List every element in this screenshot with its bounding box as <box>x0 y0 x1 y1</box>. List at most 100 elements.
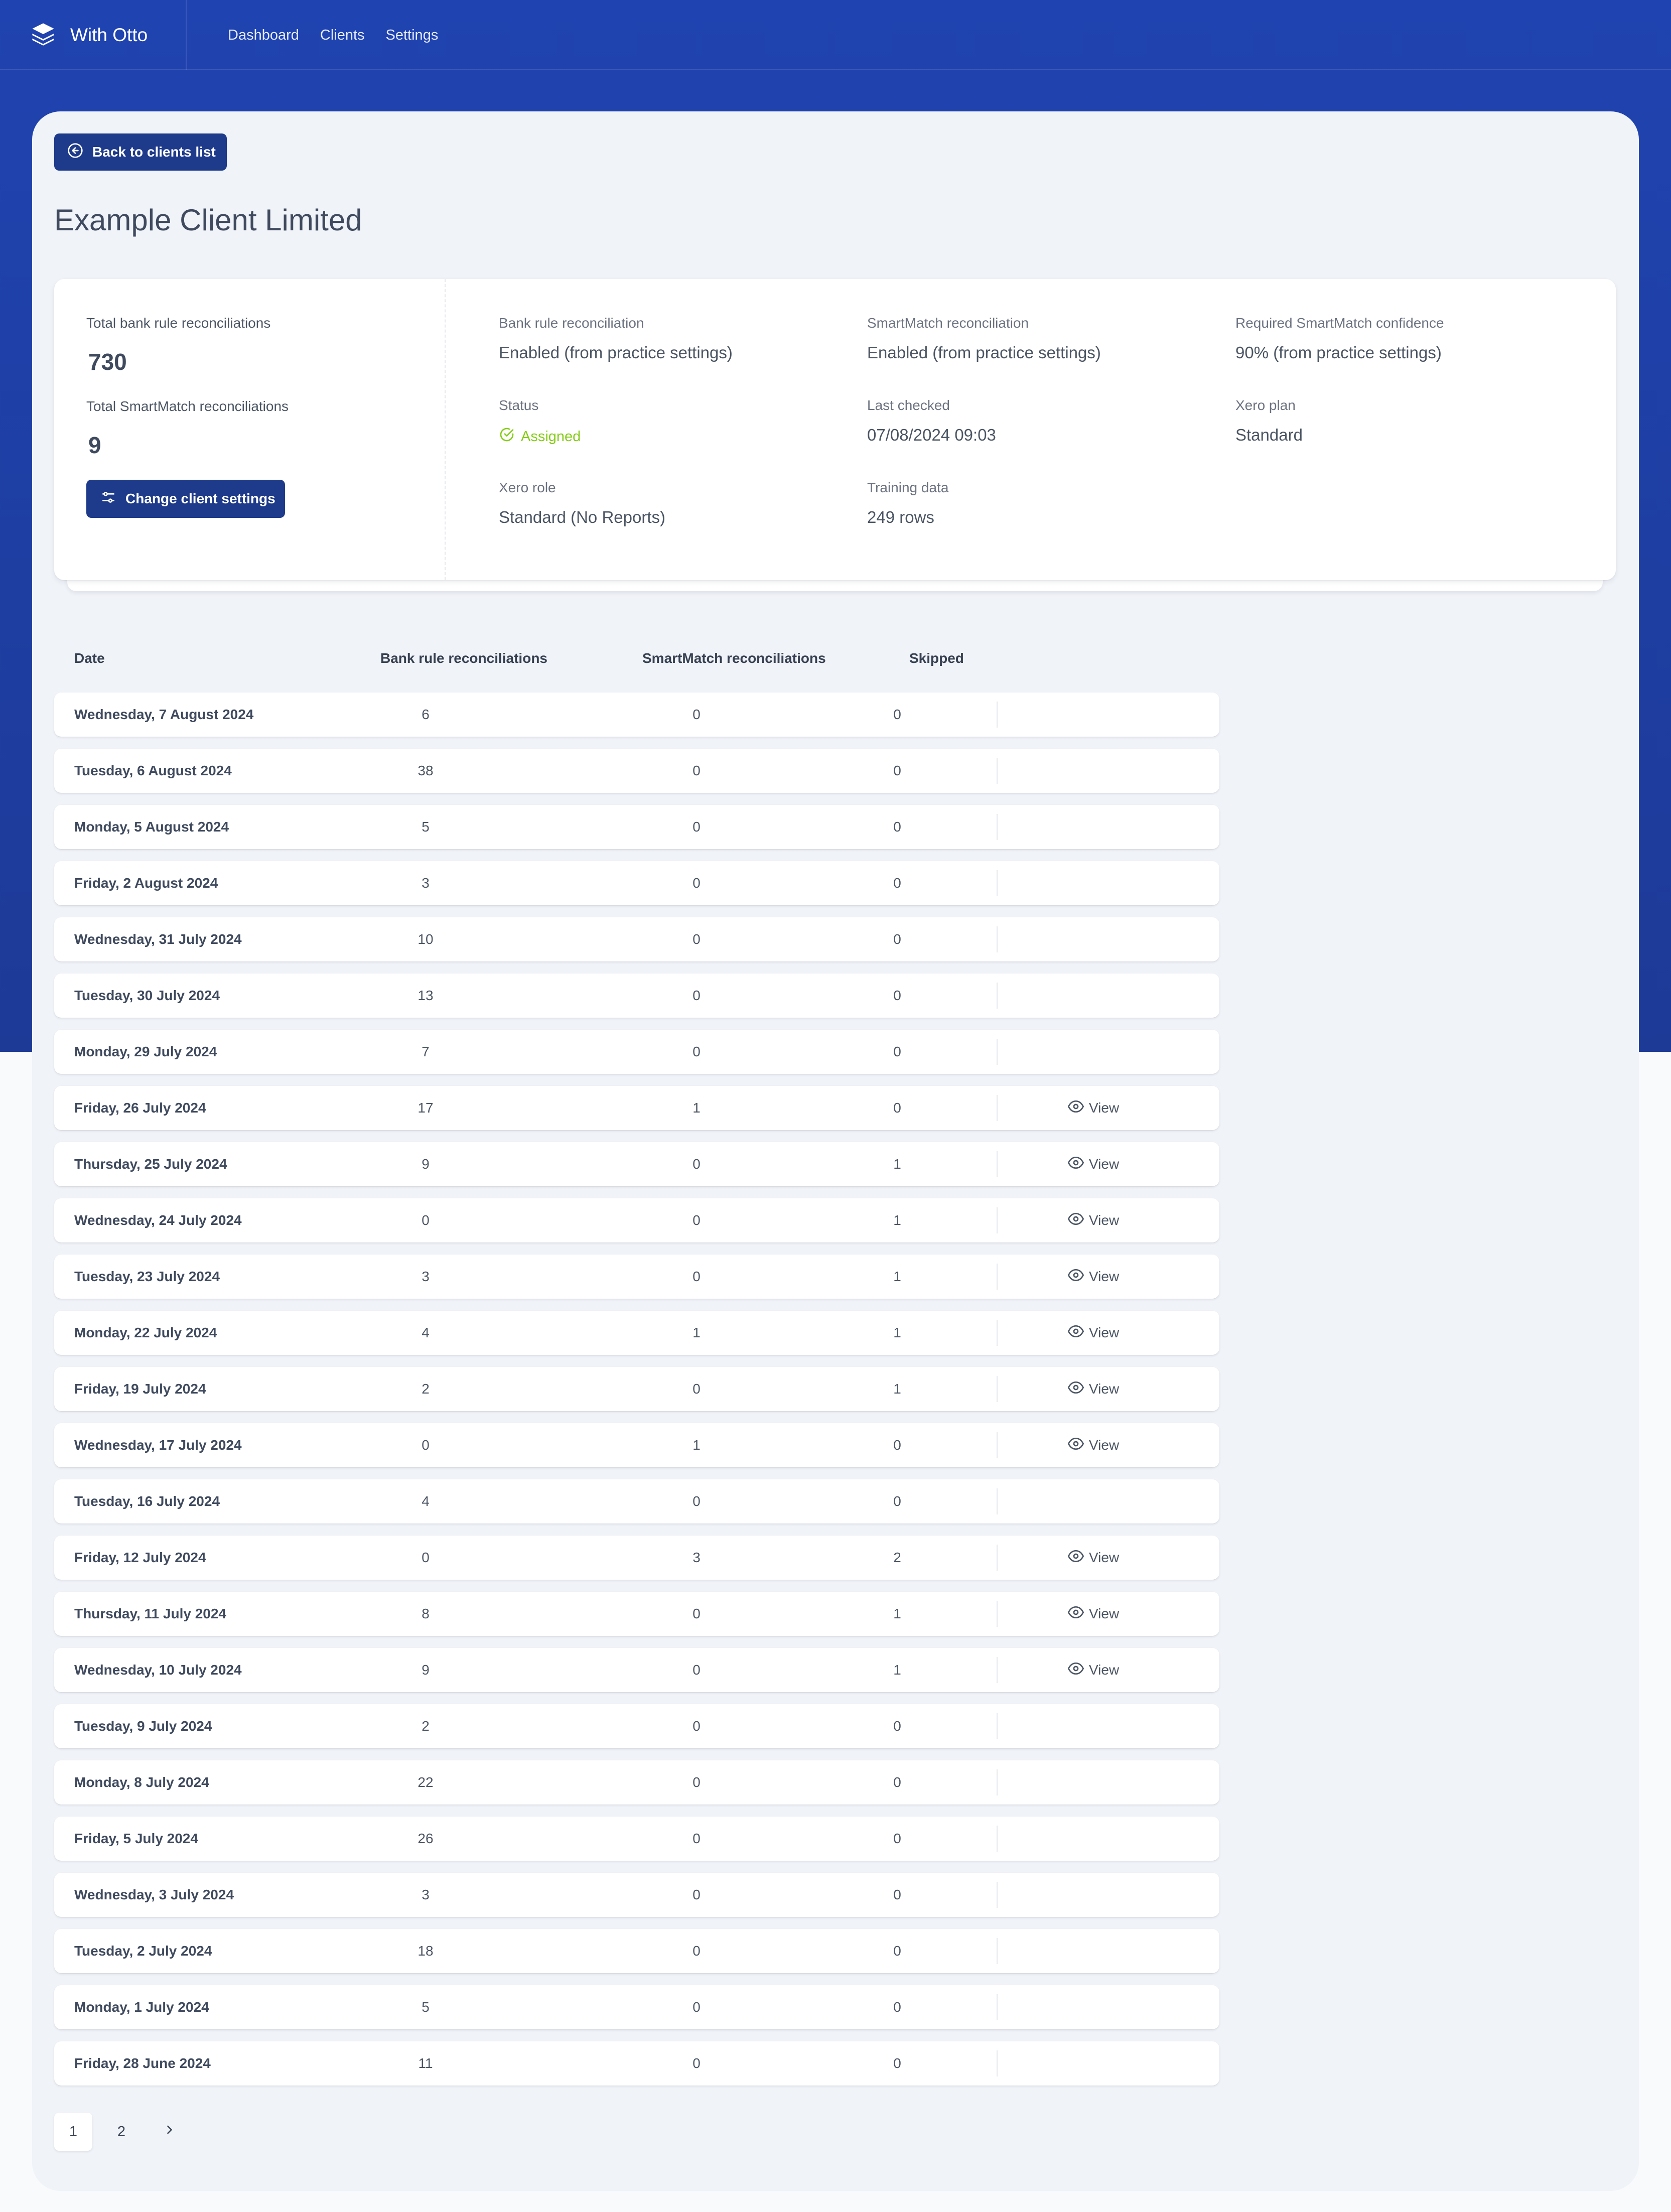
row-date: Wednesday, 10 July 2024 <box>74 1662 242 1678</box>
row-bank-count: 0 <box>422 1212 430 1228</box>
status-badge: Assigned <box>499 427 581 447</box>
row-bank-count: 8 <box>422 1606 430 1621</box>
status-value: Assigned <box>521 428 581 445</box>
xero-plan-label: Xero plan <box>1235 397 1296 413</box>
row-date: Friday, 12 July 2024 <box>74 1550 206 1565</box>
eye-icon <box>1068 1604 1084 1624</box>
row-smartmatch-count: 0 <box>692 1718 701 1734</box>
view-label: View <box>1089 1269 1120 1284</box>
row-date: Wednesday, 17 July 2024 <box>74 1437 242 1453</box>
view-label: View <box>1089 1325 1120 1340</box>
row-skipped-count: 0 <box>893 875 901 891</box>
row-bank-count: 3 <box>422 1269 430 1284</box>
xero-role-info: Xero role Standard (No Reports) <box>499 480 665 527</box>
xero-role-value: Standard (No Reports) <box>499 508 665 526</box>
row-divider <box>997 702 998 728</box>
view-button[interactable]: View <box>1068 1592 1119 1636</box>
view-label: View <box>1089 1550 1120 1565</box>
row-divider <box>997 870 998 896</box>
table-row: Friday, 28 June 2024 11 0 0 <box>54 2041 1219 2086</box>
eye-icon <box>1068 1211 1084 1230</box>
row-skipped-count: 0 <box>893 1999 901 2015</box>
row-skipped-count: 1 <box>893 1269 901 1284</box>
row-smartmatch-count: 0 <box>692 1943 701 1959</box>
row-divider <box>997 1994 998 2020</box>
row-skipped-count: 0 <box>893 931 901 947</box>
page-1-button[interactable]: 1 <box>54 2113 92 2151</box>
view-button[interactable]: View <box>1068 1198 1119 1242</box>
row-date: Monday, 1 July 2024 <box>74 1999 209 2015</box>
row-divider <box>997 1938 998 1964</box>
table-row: Monday, 8 July 2024 22 0 0 <box>54 1760 1219 1805</box>
row-bank-count: 6 <box>422 707 430 722</box>
view-button[interactable]: View <box>1068 1423 1119 1467</box>
table-row: Friday, 5 July 2024 26 0 0 <box>54 1817 1219 1861</box>
next-page-button[interactable] <box>151 2113 189 2151</box>
view-label: View <box>1089 1156 1120 1172</box>
table-row: Thursday, 11 July 2024 8 0 1 View <box>54 1592 1219 1636</box>
table-row: Friday, 19 July 2024 2 0 1 View <box>54 1367 1219 1411</box>
row-smartmatch-count: 1 <box>692 1325 701 1340</box>
check-circle-icon <box>499 427 515 447</box>
nav-dashboard[interactable]: Dashboard <box>228 27 299 44</box>
nav-clients[interactable]: Clients <box>320 27 365 44</box>
status-info: Status Assigned <box>499 397 581 447</box>
smartmatch-info: SmartMatch reconciliation Enabled (from … <box>867 315 1101 362</box>
page-title: Example Client Limited <box>54 203 362 237</box>
row-smartmatch-count: 0 <box>692 1662 701 1678</box>
row-date: Wednesday, 24 July 2024 <box>74 1212 242 1228</box>
row-bank-count: 7 <box>422 1044 430 1059</box>
row-date: Tuesday, 2 July 2024 <box>74 1943 212 1959</box>
row-skipped-count: 0 <box>893 1493 901 1509</box>
view-button[interactable]: View <box>1068 1255 1119 1299</box>
row-divider <box>997 1264 998 1290</box>
page-2-button[interactable]: 2 <box>102 2113 141 2151</box>
table-row: Friday, 26 July 2024 17 1 0 View <box>54 1086 1219 1130</box>
view-button[interactable]: View <box>1068 1311 1119 1355</box>
row-divider <box>997 1376 998 1402</box>
eye-icon <box>1068 1098 1084 1118</box>
row-skipped-count: 0 <box>893 1437 901 1453</box>
eye-icon <box>1068 1548 1084 1568</box>
confidence-label: Required SmartMatch confidence <box>1235 315 1444 331</box>
view-label: View <box>1089 1100 1120 1116</box>
view-button[interactable]: View <box>1068 1536 1119 1580</box>
row-smartmatch-count: 0 <box>692 1887 701 1902</box>
row-skipped-count: 0 <box>893 2055 901 2071</box>
reconciliation-table: Wednesday, 7 August 2024 6 0 0 Tuesday, … <box>54 693 1219 2098</box>
view-button[interactable]: View <box>1068 1648 1119 1692</box>
top-navigation: With Otto Dashboard Clients Settings <box>0 0 1671 70</box>
row-date: Friday, 19 July 2024 <box>74 1381 206 1397</box>
table-row: Wednesday, 31 July 2024 10 0 0 <box>54 917 1219 961</box>
view-label: View <box>1089 1606 1120 1621</box>
row-divider <box>997 1769 998 1795</box>
nav-links: Dashboard Clients Settings <box>228 0 438 70</box>
xero-role-label: Xero role <box>499 480 556 495</box>
row-date: Friday, 28 June 2024 <box>74 2055 211 2071</box>
row-divider <box>997 1882 998 1908</box>
row-smartmatch-count: 1 <box>692 1437 701 1453</box>
row-divider <box>997 926 998 952</box>
row-date: Monday, 5 August 2024 <box>74 819 229 835</box>
row-bank-count: 9 <box>422 1662 430 1678</box>
view-button[interactable]: View <box>1068 1142 1119 1186</box>
row-skipped-count: 1 <box>893 1381 901 1397</box>
change-client-settings-button[interactable]: Change client settings <box>86 480 285 518</box>
training-data-info: Training data 249 rows <box>867 480 948 527</box>
row-bank-count: 22 <box>417 1774 434 1790</box>
xero-plan-value: Standard <box>1235 426 1303 444</box>
nav-settings[interactable]: Settings <box>386 27 439 44</box>
table-row: Wednesday, 3 July 2024 3 0 0 <box>54 1873 1219 1917</box>
row-skipped-count: 0 <box>893 1943 901 1959</box>
view-button[interactable]: View <box>1068 1086 1119 1130</box>
pagination: 1 2 <box>54 2113 189 2151</box>
table-row: Wednesday, 7 August 2024 6 0 0 <box>54 693 1219 737</box>
settings-button-label: Change client settings <box>125 491 275 506</box>
row-skipped-count: 1 <box>893 1662 901 1678</box>
brand[interactable]: With Otto <box>30 0 187 70</box>
view-button[interactable]: View <box>1068 1367 1119 1411</box>
back-to-clients-button[interactable]: Back to clients list <box>54 133 227 171</box>
back-button-label: Back to clients list <box>92 144 216 160</box>
totals-section: Total bank rule reconciliations 730 Tota… <box>54 279 446 580</box>
row-divider <box>997 1545 998 1571</box>
